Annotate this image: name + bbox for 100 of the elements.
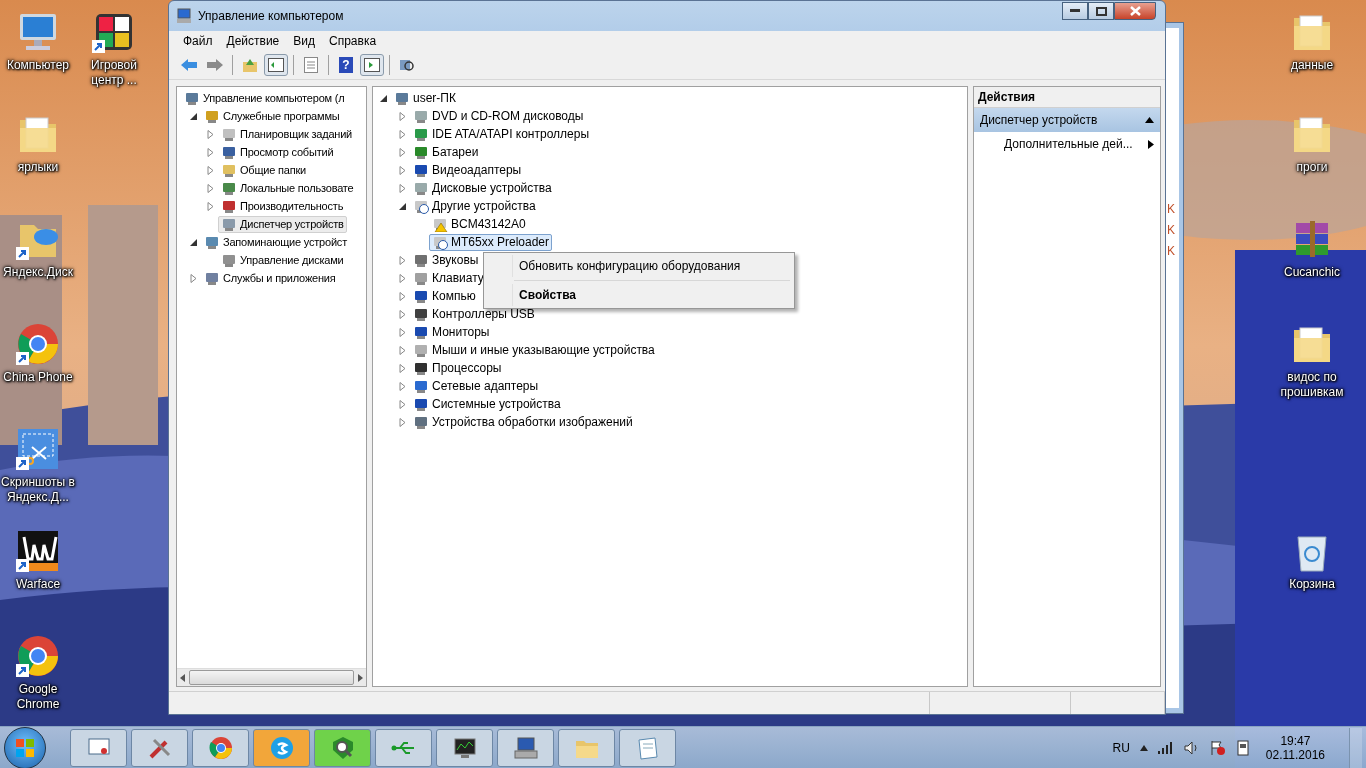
scroll-left-icon[interactable]: [179, 673, 187, 682]
tree-item[interactable]: Системные устройства: [410, 395, 564, 413]
menu-item[interactable]: Действие: [220, 32, 286, 50]
device-icon: [204, 234, 220, 250]
desktop-icon-label[interactable]: Cucanchic: [1284, 265, 1340, 280]
window-title: Управление компьютером: [198, 9, 344, 23]
tree-item[interactable]: Диспетчер устройств: [218, 215, 347, 233]
collapsed-arrow-icon[interactable]: [398, 363, 407, 373]
horizontal-scrollbar[interactable]: [177, 668, 366, 686]
flag-error-icon[interactable]: [1209, 739, 1226, 756]
taskbar-button[interactable]: [314, 728, 371, 767]
desktop-icon-label[interactable]: Google Chrome: [0, 682, 76, 712]
tree-item[interactable]: Общие папки: [218, 161, 309, 179]
tree-item[interactable]: Контроллеры USB: [410, 305, 538, 323]
collapsed-arrow-icon[interactable]: [206, 129, 215, 139]
collapsed-arrow-icon[interactable]: [398, 345, 407, 355]
menu-item[interactable]: Вид: [287, 32, 321, 50]
tree-item[interactable]: Батареи: [410, 143, 482, 161]
tree-item[interactable]: Мониторы: [410, 323, 493, 341]
monitor-icon: [413, 162, 429, 178]
close-button[interactable]: [1114, 2, 1156, 20]
collapsed-arrow-icon[interactable]: [398, 309, 407, 319]
tree-item[interactable]: BCM43142A0: [429, 215, 529, 233]
collapsed-arrow-icon[interactable]: [206, 165, 215, 175]
show-desktop-button[interactable]: [1349, 727, 1362, 768]
collapsed-arrow-icon[interactable]: [398, 291, 407, 301]
tree-item[interactable]: Планировщик заданий: [218, 125, 356, 143]
expanded-arrow-icon[interactable]: [189, 237, 198, 247]
toolbar-button[interactable]: [264, 54, 288, 76]
collapsed-arrow-icon[interactable]: [398, 327, 407, 337]
collapsed-arrow-icon[interactable]: [398, 417, 407, 427]
volume-icon[interactable]: [1183, 740, 1200, 755]
tree-item[interactable]: Устройства обработки изображений: [410, 413, 636, 431]
desktop-icon-label[interactable]: Warface: [15, 577, 61, 592]
expanded-arrow-icon[interactable]: [379, 93, 388, 103]
taskbar-button[interactable]: [436, 728, 493, 767]
minimize-icon: [1070, 9, 1080, 13]
context-menu-item[interactable]: Свойства: [512, 284, 792, 306]
start-button[interactable]: [4, 726, 46, 768]
expanded-arrow-icon[interactable]: [189, 111, 198, 121]
collapse-icon[interactable]: [1145, 117, 1154, 123]
collapsed-arrow-icon[interactable]: [206, 201, 215, 211]
tree-item[interactable]: Мыши и иные указывающие устройства: [410, 341, 658, 359]
context-menu-item[interactable]: Обновить конфигурацию оборудования: [512, 255, 792, 277]
computer-icon: [394, 90, 410, 106]
language-indicator[interactable]: RU: [1112, 740, 1130, 755]
expanded-arrow-icon[interactable]: [398, 201, 407, 211]
tree-item[interactable]: Управление компьютером (л: [181, 89, 348, 107]
collapsed-arrow-icon[interactable]: [206, 183, 215, 193]
signal-icon[interactable]: [1157, 741, 1174, 754]
device-icon: [413, 108, 429, 124]
maximize-button[interactable]: [1088, 2, 1114, 20]
tree-item[interactable]: Видеоадаптеры: [410, 161, 525, 179]
taskbar-button[interactable]: [497, 728, 554, 767]
menu-item[interactable]: Файл: [177, 32, 219, 50]
collapsed-arrow-icon[interactable]: [398, 399, 407, 409]
computer-management-icon: [176, 8, 192, 24]
desktop-icon-label[interactable]: видос по прошивкам: [1274, 370, 1350, 400]
collapsed-arrow-icon[interactable]: [398, 129, 407, 139]
tree-item[interactable]: IDE ATA/ATAPI контроллеры: [410, 125, 593, 143]
tree-item[interactable]: Дисковые устройства: [410, 179, 555, 197]
action-item[interactable]: Дополнительные дей...: [974, 132, 1160, 156]
menu-item[interactable]: Справка: [323, 32, 383, 50]
show-hidden-icons-icon[interactable]: [1139, 744, 1148, 751]
device-icon[interactable]: [1235, 739, 1250, 756]
tree-item[interactable]: user-ПК: [391, 89, 459, 107]
desktop-icon-label[interactable]: Скриншоты в Яндекс.Д...: [0, 475, 76, 505]
collapsed-arrow-icon[interactable]: [398, 111, 407, 121]
minimize-button[interactable]: [1062, 2, 1088, 20]
collapsed-arrow-icon[interactable]: [398, 255, 407, 265]
tree-item[interactable]: Запоминающие устройст: [201, 233, 350, 251]
partial-text: K: [1167, 244, 1175, 258]
tree-item[interactable]: MT65xx Preloader: [429, 233, 553, 251]
collapsed-arrow-icon[interactable]: [398, 381, 407, 391]
tree-item[interactable]: Просмотр событий: [218, 143, 337, 161]
tree-item[interactable]: Другие устройства: [410, 197, 539, 215]
clock[interactable]: 19:47 02.11.2016: [1265, 733, 1325, 762]
tree-item[interactable]: Производительность: [218, 197, 347, 215]
toolbar-button[interactable]: [360, 54, 384, 76]
tree-item[interactable]: Служебные программы: [201, 107, 343, 125]
actions-section[interactable]: Диспетчер устройств: [974, 108, 1160, 132]
device-icon: [204, 270, 220, 286]
tree-item[interactable]: Клавиату: [410, 269, 487, 287]
tree-item[interactable]: Звуковы: [410, 251, 482, 269]
tree-item[interactable]: Службы и приложения: [201, 269, 339, 287]
desktop-icon-label[interactable]: Корзина: [1289, 577, 1335, 592]
tree-item[interactable]: Управление дисками: [218, 251, 347, 269]
tree-item[interactable]: Локальные пользовате: [218, 179, 357, 197]
collapsed-arrow-icon[interactable]: [206, 147, 215, 157]
toolbar-button[interactable]: ?: [334, 54, 358, 76]
scroll-right-icon[interactable]: [356, 673, 364, 682]
collapsed-arrow-icon[interactable]: [398, 183, 407, 193]
tree-item[interactable]: DVD и CD-ROM дисководы: [410, 107, 587, 125]
collapsed-arrow-icon[interactable]: [398, 147, 407, 157]
collapsed-arrow-icon[interactable]: [189, 273, 198, 283]
tree-item[interactable]: Сетевые адаптеры: [410, 377, 542, 395]
tree-item[interactable]: Процессоры: [410, 359, 505, 377]
collapsed-arrow-icon[interactable]: [398, 165, 407, 175]
collapsed-arrow-icon[interactable]: [398, 273, 407, 283]
tree-item[interactable]: Компью: [410, 287, 479, 305]
